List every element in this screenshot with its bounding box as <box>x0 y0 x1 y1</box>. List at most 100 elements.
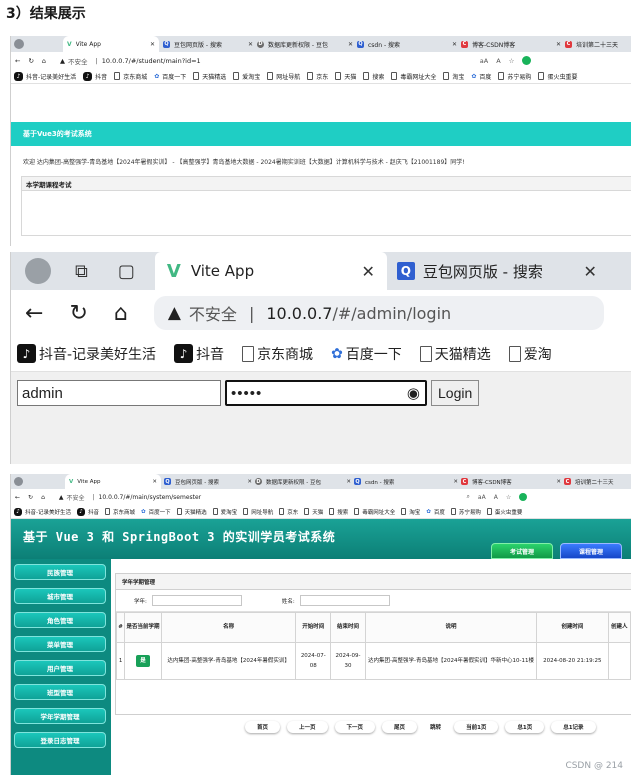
bookmark-item[interactable]: 京东商城 <box>242 344 313 364</box>
bookmark-item[interactable]: 网址导航 <box>267 72 300 81</box>
exam-management-button[interactable]: 考试管理 <box>491 543 553 559</box>
table-row[interactable]: 1 是 达内集团-高整强学-青岛基地【2024年暑假实训】 2024-07-08… <box>115 642 631 680</box>
close-tab-icon[interactable]: ✕ <box>346 479 351 485</box>
close-tab-icon[interactable]: ✕ <box>361 262 374 281</box>
sidebar-item[interactable]: 民族管理 <box>14 564 106 580</box>
bookmark-item[interactable]: 天猫 <box>335 72 356 81</box>
last-page-button[interactable]: 尾页 <box>382 721 418 733</box>
back-icon[interactable]: ← <box>15 494 20 501</box>
bookmark-item[interactable]: ✿ 百度一下 <box>154 72 186 81</box>
tab-training[interactable]: C 培训第二十三天 <box>565 40 625 49</box>
url-field[interactable]: 10.0.0.7/#/student/main?id=1 <box>102 57 472 65</box>
tab-csdn-blog[interactable]: C 博客-CSDN博客 ✕ <box>461 40 561 49</box>
tab-csdn-search[interactable]: Q csdn - 搜索 ✕ <box>354 478 458 486</box>
search-icon[interactable]: ⌕ <box>467 493 470 501</box>
bookmark-item[interactable]: 搜索 <box>363 72 384 81</box>
bookmark-item[interactable]: 天猫 <box>304 508 323 516</box>
current-tag-button[interactable]: 是 <box>136 654 150 668</box>
sidebar-item[interactable]: 登录日志管理 <box>14 732 106 748</box>
tab-doubao-search[interactable]: Q 豆包网页版 - 搜索 ✕ <box>164 478 252 486</box>
profile-avatar-icon[interactable] <box>14 477 23 486</box>
username-input[interactable]: admin <box>17 380 221 406</box>
close-tab-icon[interactable]: ✕ <box>583 262 596 281</box>
bookmark-item[interactable]: 蛋火虫重要 <box>486 508 522 516</box>
reveal-password-icon[interactable]: ◉ <box>407 384 421 402</box>
jump-label[interactable]: 跳转 <box>430 723 441 731</box>
bookmark-item[interactable]: 天猫精选 <box>419 344 491 364</box>
prev-page-button[interactable]: 上一页 <box>287 721 328 733</box>
collections-icon[interactable]: ⧉ <box>75 261 88 282</box>
back-icon[interactable]: ← <box>25 301 43 326</box>
first-page-button[interactable]: 首页 <box>245 721 281 733</box>
bookmark-item[interactable]: 毒霸网址大全 <box>391 72 436 81</box>
back-icon[interactable]: ← <box>15 57 20 65</box>
tab-vite-app[interactable]: V Vite App ✕ <box>154 252 387 290</box>
tab-actions-icon[interactable]: ▢ <box>118 261 135 282</box>
bookmark-item[interactable]: ✿ 百度 <box>471 72 491 81</box>
bookmark-item[interactable]: 苏宁易购 <box>498 72 531 81</box>
favorite-star-icon[interactable]: ☆ <box>506 494 511 501</box>
sidebar-item[interactable]: 角色管理 <box>14 612 106 628</box>
close-tab-icon[interactable]: ✕ <box>348 41 353 48</box>
sidebar-item[interactable]: 班型管理 <box>14 684 106 700</box>
tab-training[interactable]: C 培训第二十三天 <box>564 478 624 486</box>
login-button[interactable]: Login <box>431 380 480 406</box>
bookmark-item[interactable]: ♪ 抖音-记录美好生活 <box>14 71 76 81</box>
bookmark-item[interactable]: 搜索 <box>329 508 348 516</box>
translate-icon[interactable]: aA <box>480 57 488 65</box>
next-page-button[interactable]: 下一页 <box>334 721 376 733</box>
bookmark-item[interactable]: 淘宝 <box>401 508 420 516</box>
bookmark-item[interactable]: ♪ 抖音-记录美好生活 <box>14 507 71 516</box>
tab-doubao-search[interactable]: Q 豆包网页版 - 搜索 ✕ <box>387 261 607 282</box>
bookmark-item[interactable]: 京东 <box>279 508 298 516</box>
bookmark-item[interactable]: 爱淘宝 <box>212 508 237 516</box>
tab-csdn-search[interactable]: Q csdn - 搜索 ✕ <box>357 40 457 49</box>
read-aloud-icon[interactable]: A <box>496 57 500 65</box>
home-icon[interactable]: ⌂ <box>42 57 46 65</box>
reload-icon[interactable]: ↻ <box>28 57 33 65</box>
name-input[interactable] <box>299 595 390 606</box>
course-management-button[interactable]: 课程管理 <box>560 543 622 559</box>
tab-vite-app[interactable]: V Vite App ✕ <box>63 36 159 52</box>
bookmark-item[interactable]: ♪ 抖音 <box>77 507 99 516</box>
tab-db-permission[interactable]: D 数据库更新权限 - 豆包 ✕ <box>255 478 351 486</box>
sidebar-item[interactable]: 菜单管理 <box>14 636 106 652</box>
bookmark-item[interactable]: ✿ 百度一下 <box>141 508 171 516</box>
bookmark-item[interactable]: 京东商城 <box>105 508 135 516</box>
bookmark-item[interactable]: 淘宝 <box>443 72 464 81</box>
read-aloud-icon[interactable]: A <box>494 494 498 501</box>
bookmark-item[interactable]: 毒霸网址大全 <box>354 508 395 516</box>
close-tab-icon[interactable]: ✕ <box>453 479 458 485</box>
bookmark-item[interactable]: 京东 <box>307 72 328 81</box>
bookmark-item[interactable]: 爱淘宝 <box>233 72 260 81</box>
close-tab-icon[interactable]: ✕ <box>248 41 253 48</box>
bookmark-item[interactable]: 蛋火虫重要 <box>538 72 577 81</box>
favorite-star-icon[interactable]: ☆ <box>509 57 515 65</box>
close-tab-icon[interactable]: ✕ <box>150 41 155 48</box>
tab-doubao-search[interactable]: Q 豆包网页版 - 搜索 ✕ <box>163 40 253 49</box>
bookmark-item[interactable]: 天猫精选 <box>176 508 207 516</box>
profile-avatar-icon[interactable] <box>14 39 24 49</box>
url-field[interactable]: 10.0.0.7/#/main/system/semester <box>99 494 459 501</box>
bookmark-item[interactable]: 苏宁易购 <box>450 508 481 516</box>
close-tab-icon[interactable]: ✕ <box>452 41 457 48</box>
bookmark-item[interactable]: 网址导航 <box>243 508 273 516</box>
bookmark-item[interactable]: ♪ 抖音 <box>83 71 107 81</box>
url-field[interactable]: ▲ 不安全 | 10.0.0.7/#/admin/login <box>153 296 604 330</box>
close-tab-icon[interactable]: ✕ <box>247 479 252 485</box>
close-tab-icon[interactable]: ✕ <box>152 479 157 485</box>
bookmark-item[interactable]: ✿ 百度一下 <box>331 344 402 364</box>
bookmark-item[interactable]: 天猫精选 <box>193 72 226 81</box>
translate-icon[interactable]: aA <box>478 494 486 501</box>
extension-icon[interactable] <box>519 493 528 501</box>
bookmark-item[interactable]: ✿ 百度 <box>426 508 445 516</box>
close-tab-icon[interactable]: ✕ <box>556 41 561 48</box>
sidebar-item[interactable]: 城市管理 <box>14 588 106 604</box>
close-tab-icon[interactable]: ✕ <box>556 479 561 485</box>
sidebar-item[interactable]: 学年学期管理 <box>14 708 106 724</box>
tab-vite-app[interactable]: V Vite App ✕ <box>65 474 161 489</box>
bookmark-item[interactable]: 爱淘 <box>508 344 552 364</box>
year-input[interactable] <box>151 595 242 606</box>
bookmark-item[interactable]: 京东商城 <box>114 72 147 81</box>
sidebar-item[interactable]: 用户管理 <box>14 660 106 676</box>
